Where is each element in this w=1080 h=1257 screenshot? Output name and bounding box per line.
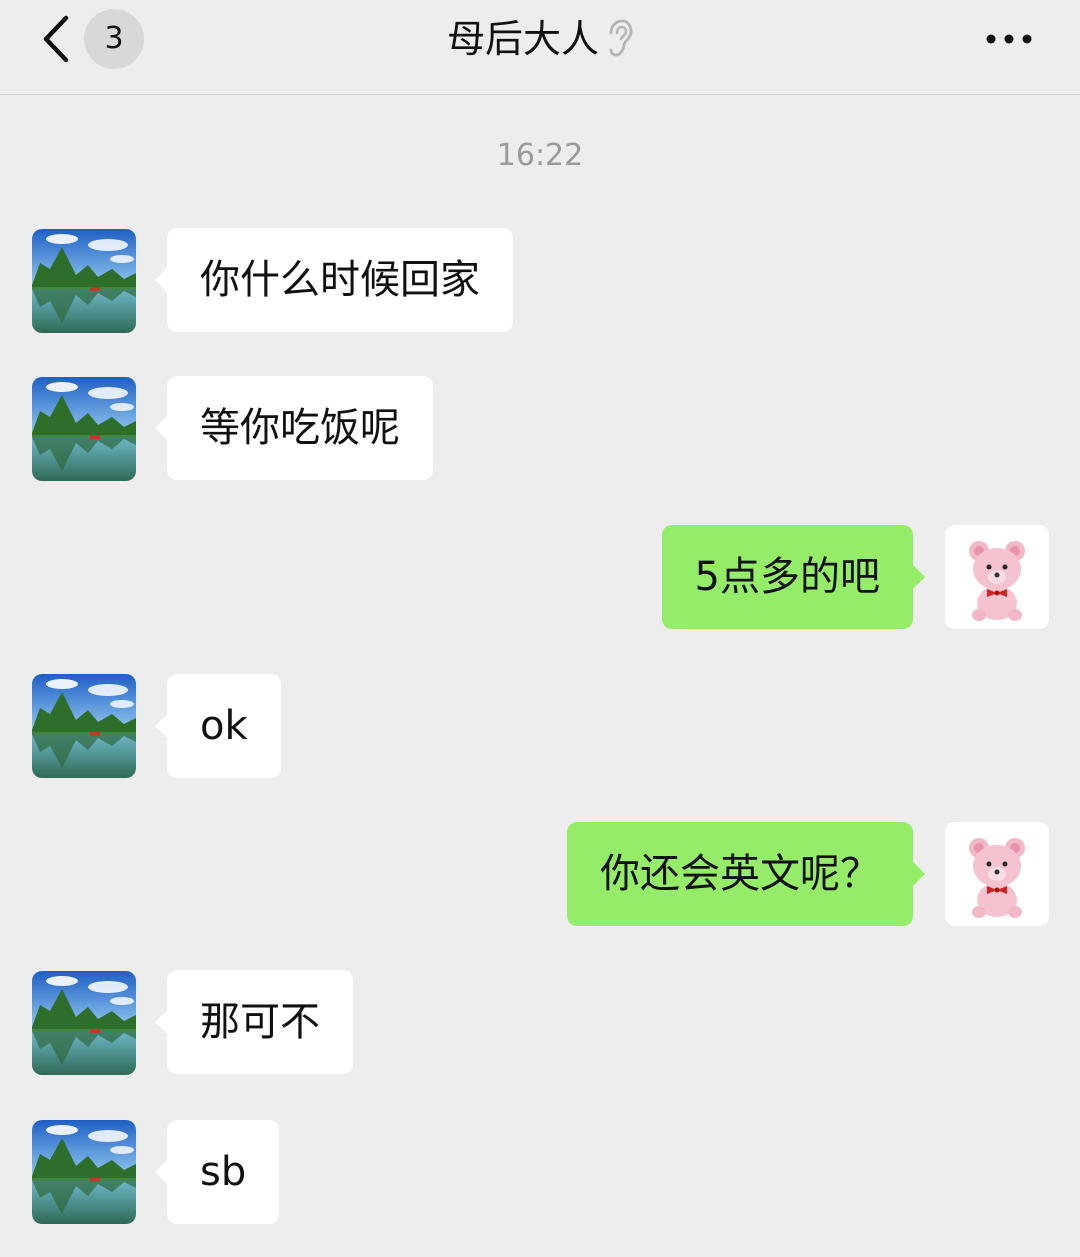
landscape-avatar-image	[32, 377, 136, 481]
landscape-avatar-image	[32, 229, 136, 333]
my-avatar[interactable]	[945, 525, 1049, 629]
landscape-avatar-image	[32, 971, 136, 1075]
incoming-message-bubble[interactable]: 那可不	[155, 970, 353, 1074]
more-options-button[interactable]	[984, 30, 1034, 48]
title-area: 母后大人	[0, 12, 1080, 66]
chat-header: 3 母后大人	[0, 0, 1080, 95]
chat-title: 母后大人	[446, 17, 599, 61]
incoming-message-bubble[interactable]: 你什么时候回家	[155, 228, 513, 332]
contact-avatar[interactable]	[32, 971, 136, 1075]
ear-icon	[609, 19, 633, 57]
incoming-message-bubble[interactable]: 等你吃饭呢	[155, 376, 433, 480]
landscape-avatar-image	[32, 674, 136, 778]
teddy-bear-avatar-image	[945, 525, 1049, 629]
contact-avatar[interactable]	[32, 1120, 136, 1224]
contact-avatar[interactable]	[32, 377, 136, 481]
my-avatar[interactable]	[945, 822, 1049, 926]
incoming-message-bubble[interactable]: sb	[154, 1120, 280, 1224]
outgoing-message-bubble[interactable]: 你还会英文呢？	[567, 822, 925, 926]
incoming-message-bubble[interactable]: ok	[155, 674, 281, 778]
contact-avatar[interactable]	[32, 229, 136, 333]
contact-avatar[interactable]	[32, 674, 136, 778]
landscape-avatar-image	[32, 1120, 136, 1224]
message-timestamp: 16:22	[496, 138, 584, 173]
more-dots-icon	[986, 34, 1032, 44]
teddy-bear-avatar-image	[945, 822, 1049, 926]
outgoing-message-bubble[interactable]: 5点多的吧	[661, 525, 926, 629]
